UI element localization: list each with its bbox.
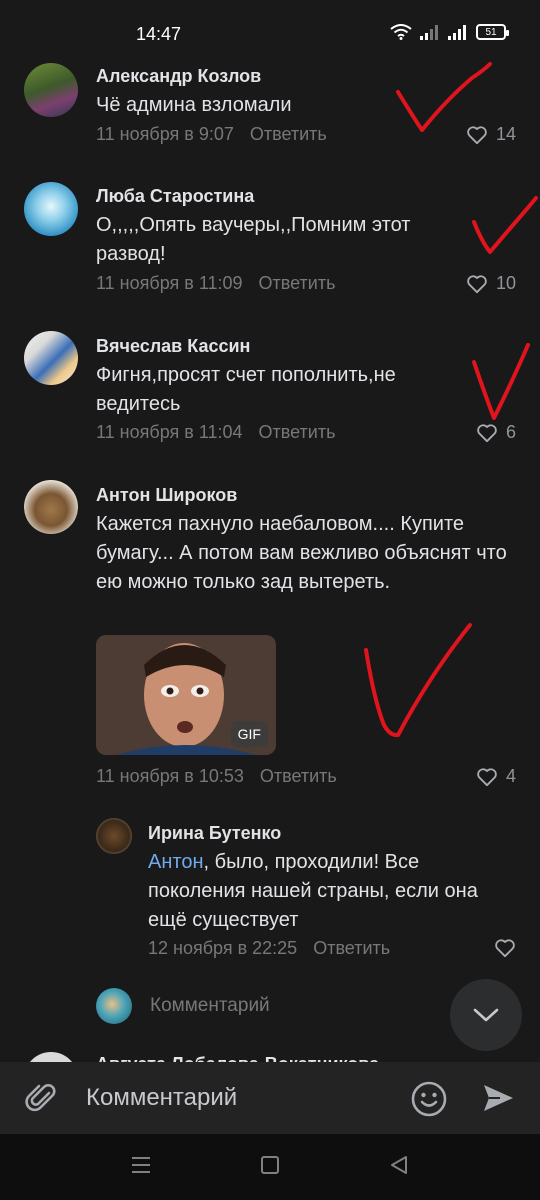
system-nav-bar: [0, 1134, 540, 1200]
checkmark-mark: [364, 623, 472, 738]
avatar[interactable]: [24, 63, 78, 117]
reply-button[interactable]: Ответить: [260, 766, 337, 786]
scroll-down-button[interactable]: [450, 979, 522, 1051]
reply-button[interactable]: Ответить: [313, 938, 390, 958]
comment-date: 11 ноября в 9:07: [96, 124, 234, 144]
like-count: 14: [495, 124, 516, 144]
emoji-icon[interactable]: [410, 1080, 448, 1118]
comment-text: Чё админа взломали: [96, 94, 292, 116]
comment-author[interactable]: Вячеслав Кассин: [96, 336, 250, 357]
avatar[interactable]: [24, 480, 78, 534]
send-icon[interactable]: [480, 1080, 516, 1116]
avatar: [96, 988, 132, 1024]
comment-text: Фигня,просят счет пополнить,не ведитесь: [96, 364, 396, 415]
comment-date: 11 ноября в 11:09: [96, 273, 243, 293]
comment-date: 11 ноября в 11:04: [96, 422, 243, 442]
system-icons: 51: [390, 24, 509, 40]
comment-text: О,,,,,Опять ваучеры,,Помним этот развод!: [96, 214, 411, 265]
reply-button[interactable]: Ответить: [250, 124, 327, 144]
paperclip-icon[interactable]: [24, 1080, 60, 1116]
like-button[interactable]: 14: [466, 124, 516, 145]
checkmark-mark: [472, 196, 538, 254]
comment-text: Кажется пахнуло наебаловом.... Купите бу…: [96, 513, 507, 593]
avatar[interactable]: [96, 818, 132, 854]
like-count: 10: [495, 273, 516, 293]
status-bar: 14:47 51: [0, 0, 540, 60]
signal-icon: [420, 25, 438, 40]
avatar[interactable]: [24, 331, 78, 385]
comment-author[interactable]: Ирина Бутенко: [148, 823, 281, 844]
comment-author[interactable]: Александр Козлов: [96, 66, 261, 87]
heart-icon: [495, 939, 515, 958]
like-button[interactable]: 10: [466, 273, 516, 294]
battery-icon: 51: [476, 24, 509, 40]
checkmark-mark: [472, 343, 530, 420]
gif-badge: GIF: [230, 721, 268, 747]
chevron-down-icon: [473, 1008, 499, 1022]
status-time: 14:47: [136, 24, 182, 44]
heart-icon: [477, 423, 497, 442]
comment-composer: Комментарий: [0, 1062, 540, 1134]
signal-icon: [448, 25, 466, 40]
heart-icon: [477, 767, 497, 786]
comment-date: 11 ноября в 10:53: [96, 766, 244, 786]
like-count: 4: [505, 766, 516, 786]
avatar[interactable]: [24, 182, 78, 236]
heart-icon: [467, 274, 487, 293]
like-button[interactable]: 6: [476, 422, 516, 443]
reply-button[interactable]: Ответить: [259, 422, 336, 442]
reply-button[interactable]: Ответить: [259, 273, 336, 293]
comment-author[interactable]: Антон Широков: [96, 485, 237, 506]
comment-meta: 11 ноября в 9:07 Ответить: [96, 124, 327, 145]
comment-meta: 11 ноября в 11:09 Ответить: [96, 273, 335, 294]
comment-meta: 12 ноября в 22:25 Ответить: [148, 938, 390, 959]
gif-attachment[interactable]: GIF: [96, 635, 276, 755]
mention-link[interactable]: Антон: [148, 851, 204, 873]
wifi-icon: [390, 24, 412, 40]
comment-author[interactable]: Люба Старостина: [96, 186, 254, 207]
thread-reply-placeholder: Комментарий: [150, 995, 270, 1016]
comment-date: 12 ноября в 22:25: [148, 938, 298, 958]
back-icon[interactable]: [389, 1156, 409, 1174]
home-icon[interactable]: [260, 1156, 280, 1174]
heart-icon: [467, 125, 487, 144]
comment-text: Антон, было, проходили! Все поколения на…: [148, 848, 488, 935]
like-count: 6: [505, 422, 516, 442]
comment-meta: 11 ноября в 11:04 Ответить: [96, 422, 335, 443]
thread-reply-input[interactable]: Комментарий: [96, 988, 270, 1024]
like-button[interactable]: 4: [476, 766, 516, 787]
like-button[interactable]: [494, 938, 516, 958]
menu-icon[interactable]: [131, 1156, 151, 1174]
comment-input[interactable]: Комментарий: [86, 1084, 237, 1112]
comment-meta: 11 ноября в 10:53 Ответить: [96, 766, 337, 787]
